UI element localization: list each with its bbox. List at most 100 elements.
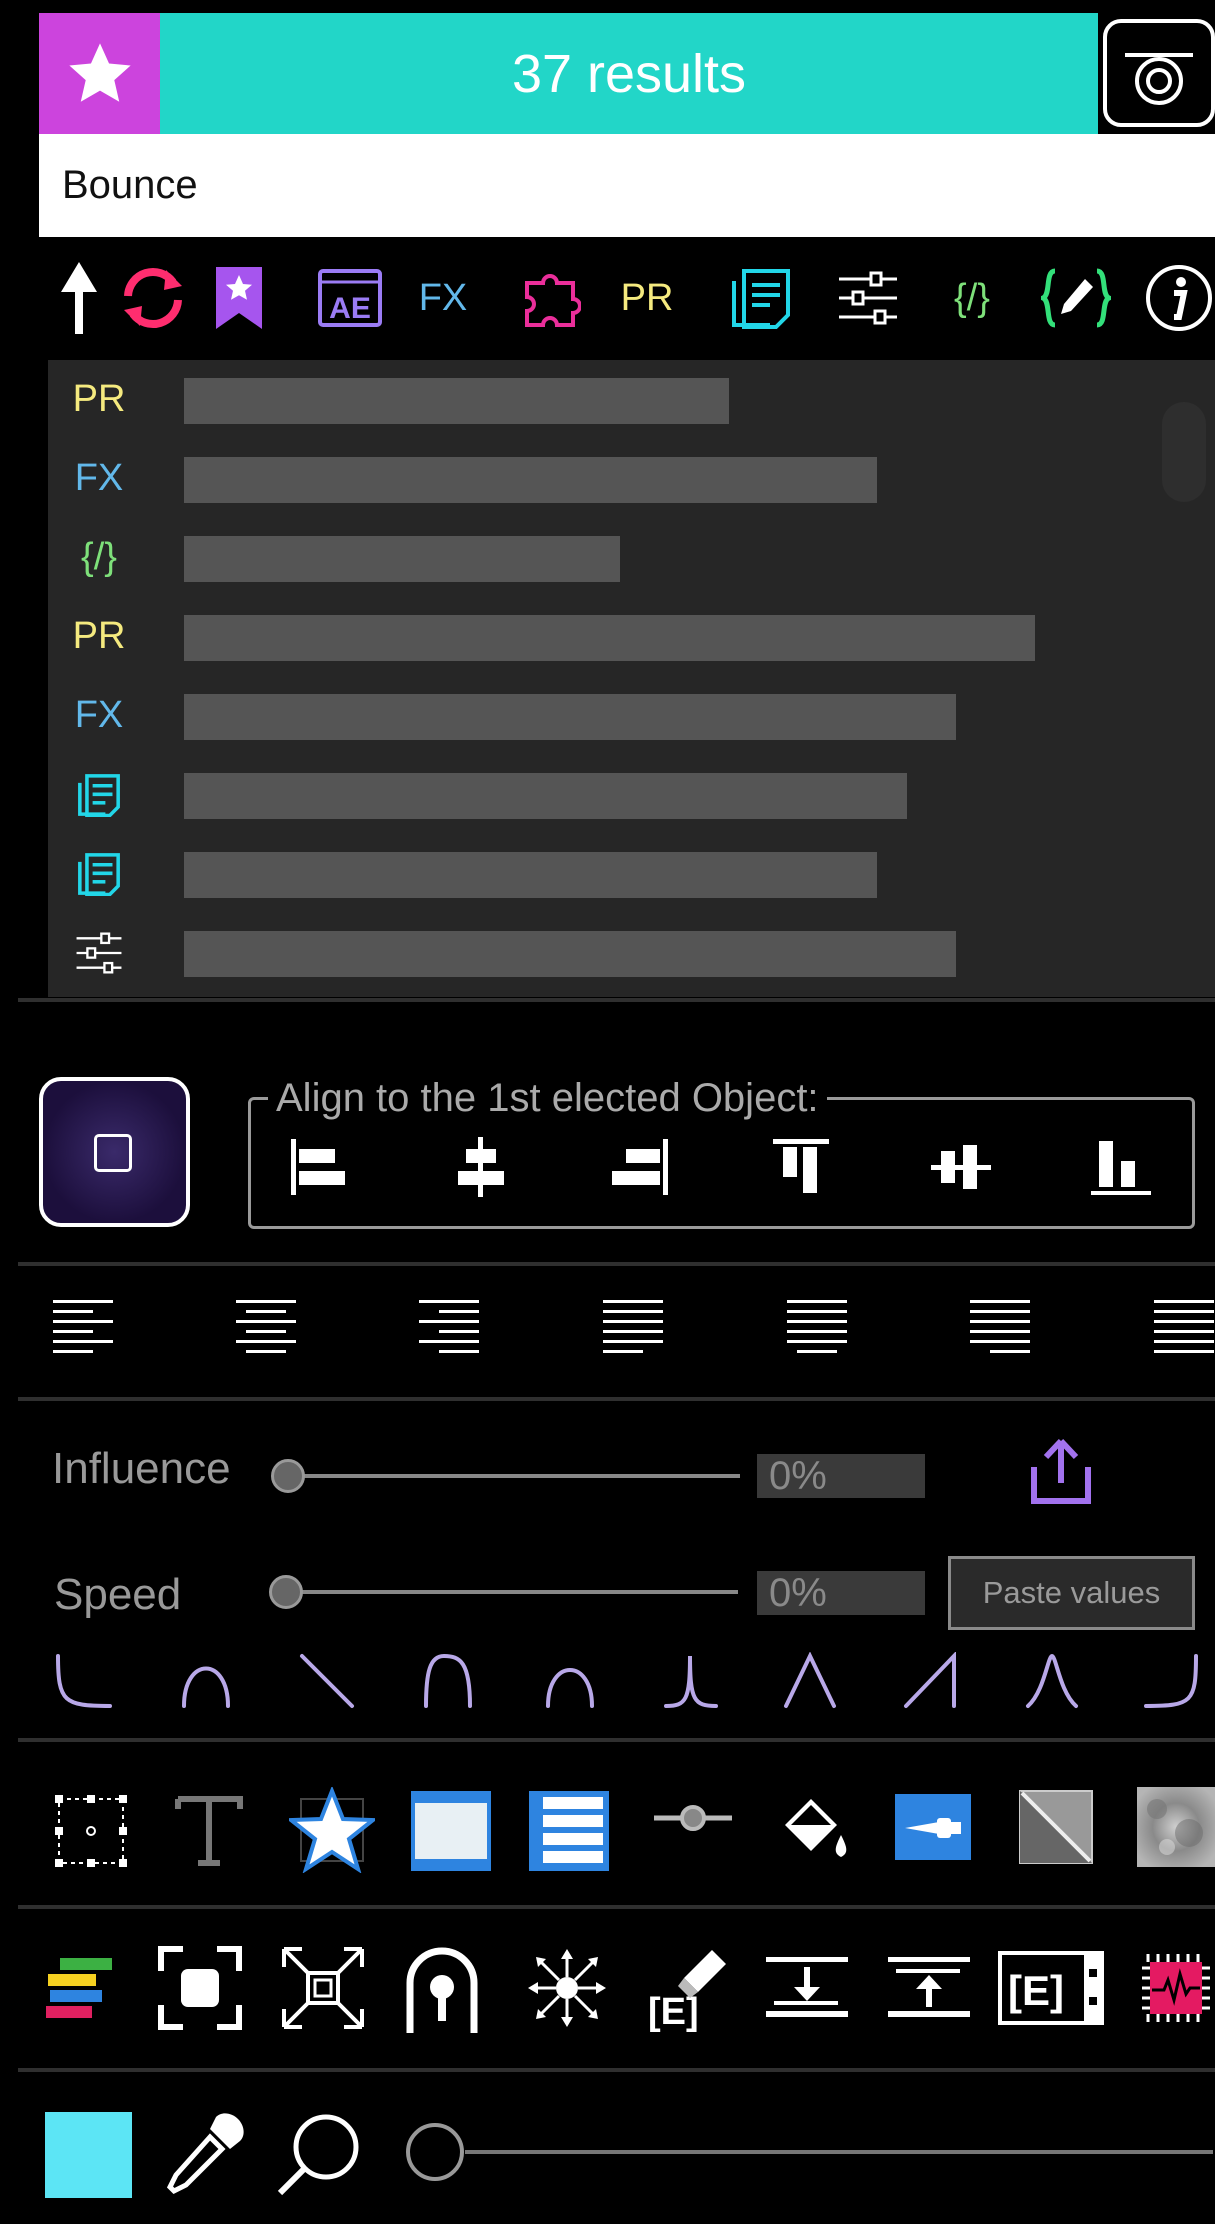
ease-preset-button-4[interactable] [418,1650,480,1712]
search-input[interactable] [39,134,1215,237]
list-item[interactable]: PR [48,360,1168,439]
align-top-button[interactable] [766,1132,836,1202]
anchor-point-button[interactable] [48,1788,134,1874]
fx-filter-tab[interactable]: FX [408,258,478,338]
list-item[interactable] [48,834,1168,913]
slider-control-button[interactable] [651,1790,735,1846]
share-button[interactable] [1025,1436,1097,1508]
influence-slider-track[interactable] [288,1474,740,1478]
shape-tool-button[interactable] [287,1784,377,1876]
expression-panel-button[interactable]: [E] [996,1948,1106,2028]
color-picker-button[interactable] [893,1793,973,1861]
align-middle-v-button[interactable] [926,1132,996,1202]
puzzle-icon [525,274,581,327]
list-item[interactable] [48,913,1168,992]
speed-slider-handle[interactable] [269,1575,303,1609]
move-up-button[interactable] [885,1952,973,2022]
split-icon [528,1949,606,2027]
results-count: 37 results [160,13,1098,134]
list-item[interactable]: PR [48,597,1168,676]
search-icon [277,2114,359,2196]
list-item[interactable]: FX [48,676,1168,755]
text-justify-left-button[interactable] [602,1295,664,1357]
clear-expression-button[interactable]: [E] [644,1944,728,2032]
extensions-button[interactable] [518,258,584,338]
solid-layer-icon [411,1791,491,1871]
text-justify-all-button[interactable] [1153,1295,1215,1357]
clear-expression-icon: [E] [648,1950,726,2032]
anchor-center-icon [94,1134,132,1172]
ease-preset-button-9[interactable] [1022,1650,1084,1712]
ease-preset-button-2[interactable] [176,1650,238,1712]
text-layer-button[interactable] [528,1789,610,1873]
align-center-h-button[interactable] [445,1132,515,1202]
text-align-left-button[interactable] [52,1295,114,1357]
eyedropper-button[interactable] [165,2110,247,2198]
ae-button[interactable]: AE [315,258,385,338]
refresh-button[interactable] [115,258,191,338]
solid-layer-button[interactable] [410,1789,492,1873]
list-item[interactable] [48,755,1168,834]
arrow-up-button[interactable] [52,258,106,338]
zoom-slider-track[interactable] [465,2150,1213,2154]
text-align-right-button[interactable] [418,1295,480,1357]
fill-button[interactable] [775,1792,855,1874]
ease-preset-button-6[interactable] [660,1650,722,1712]
document-button[interactable] [726,258,796,338]
results-list[interactable]: PR FX {/} PR FX [48,360,1215,997]
align-bottom-button[interactable] [1086,1132,1156,1202]
divider [18,1905,1215,1909]
influence-slider-handle[interactable] [271,1459,305,1493]
code-filter-tab[interactable]: {/} [932,258,1012,338]
cpu-button[interactable] [1137,1950,1215,2026]
ease-preset-button-10[interactable] [1140,1650,1202,1712]
ease-preset-button-1[interactable] [52,1650,114,1712]
ease-curve-2-icon [182,1666,230,1708]
text-tool-icon [175,1796,243,1866]
pr-tab-label: PR [620,276,674,319]
fit-to-comp-button[interactable] [156,1944,244,2032]
align-right-button[interactable] [605,1132,675,1202]
mask-icon [406,1947,478,2033]
align-left-button[interactable] [284,1132,354,1202]
text-justify-right-button[interactable] [969,1295,1031,1357]
fit-to-frame-button[interactable] [279,1944,367,2032]
zoom-button[interactable] [275,2110,363,2198]
text-tool-button[interactable] [166,1788,252,1874]
favorites-button[interactable] [39,13,160,134]
gradient-icon [1019,1790,1093,1864]
text-layer-icon [529,1791,609,1871]
influence-value-field[interactable]: 0% [757,1454,925,1498]
document-icon [732,269,790,329]
ease-preset-button-3[interactable] [296,1650,358,1712]
mask-button[interactable] [402,1944,482,2036]
sliders-icon [68,913,130,992]
bookmark-button[interactable] [212,258,266,338]
sliders-icon [839,271,897,325]
code-edit-button[interactable] [1040,258,1112,338]
move-down-button[interactable] [763,1952,851,2022]
text-align-center-button[interactable] [235,1295,297,1357]
results-scrollbar[interactable] [1162,402,1206,502]
speed-slider-track[interactable] [286,1590,738,1594]
text-align-left-icon [53,1300,113,1353]
list-item[interactable]: {/} [48,518,1168,597]
paste-values-button[interactable]: Paste values [948,1556,1195,1630]
pr-filter-tab[interactable]: PR [612,258,682,338]
text-justify-center-button[interactable] [786,1295,848,1357]
color-swatch[interactable] [45,2112,132,2198]
gradient-button[interactable] [1016,1787,1096,1867]
split-button[interactable] [525,1944,609,2032]
list-item[interactable]: FX [48,439,1168,518]
zoom-slider-handle[interactable] [406,2123,464,2181]
label-colors-button[interactable] [42,1950,118,2026]
move-up-icon [888,1957,970,2017]
ease-preset-button-7[interactable] [780,1650,842,1712]
camera-button[interactable] [1103,19,1215,127]
ease-preset-button-5[interactable] [540,1650,602,1712]
info-button[interactable] [1142,258,1215,338]
speed-value-field[interactable]: 0% [757,1571,925,1615]
ease-preset-button-8[interactable] [900,1650,962,1712]
noise-button[interactable] [1137,1787,1215,1867]
settings-button[interactable] [833,258,903,338]
